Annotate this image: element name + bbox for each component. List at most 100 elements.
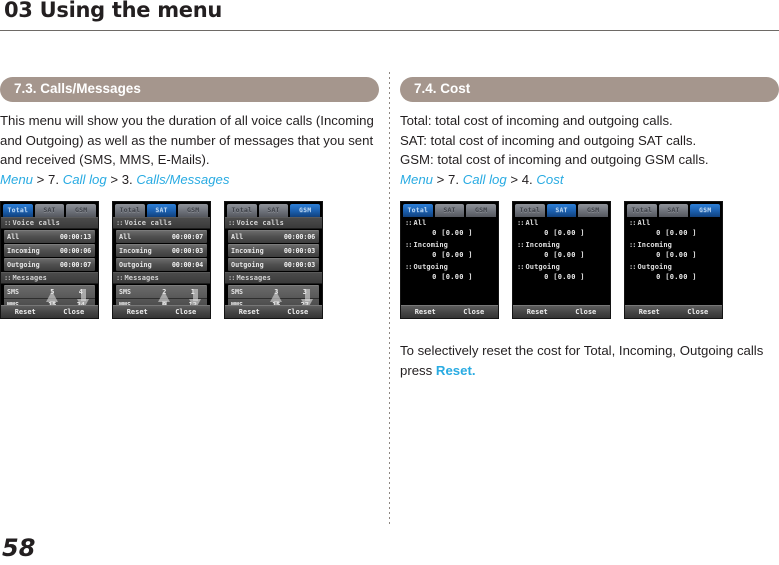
row-label: SMS [7, 288, 19, 296]
row-label: All [7, 233, 20, 241]
table-row: Outgoing 00:00:03 [228, 258, 319, 271]
voice-calls-table: All 00:00:06 Incoming 00:00:03 Outgoing 00:… [225, 229, 322, 271]
section-header-cost: 7.4. Cost [400, 77, 779, 102]
bullet-icon: :: [4, 274, 12, 282]
path-leaf[interactable]: Cost [536, 172, 563, 187]
tab-sat[interactable]: SAT [34, 204, 65, 217]
row-label: SMS [119, 288, 131, 296]
tab-bar: Total SAT GSM [513, 202, 610, 217]
calls-messages-screens: Total SAT GSM :: Voice calls All 00:00:13 … [0, 201, 379, 319]
cost-item-name: All [525, 219, 539, 227]
softkey-close[interactable]: Close [274, 306, 323, 318]
softkey-close[interactable]: Close [674, 306, 723, 318]
row-value: 00:00:07 [59, 261, 91, 269]
tab-total[interactable]: Total [3, 204, 33, 217]
path-menu[interactable]: Menu [400, 172, 433, 187]
softkey-reset[interactable]: Reset [513, 306, 562, 318]
voice-calls-heading: :: Voice calls [113, 217, 210, 229]
bullet-icon: :: [517, 219, 525, 227]
cost-list: :: All 0 [0.00 ] :: Incoming 0 [0.00 ] :: O… [401, 217, 498, 285]
voice-calls-heading-label: Voice calls [12, 219, 60, 227]
tab-gsm[interactable]: GSM [178, 204, 209, 217]
tab-sat[interactable]: SAT [434, 204, 465, 217]
bullet-icon: :: [116, 219, 124, 227]
cost-item-value: 0 [0.00 ] [544, 273, 585, 281]
right-column: 7.4. Cost Total: total cost of incoming … [400, 32, 779, 380]
bullet-icon: :: [228, 219, 236, 227]
tab-sat[interactable]: SAT [546, 204, 577, 217]
tab-total[interactable]: Total [115, 204, 145, 217]
softkey-close[interactable]: Close [50, 306, 99, 318]
phone-screenshot-total: Total SAT GSM :: Voice calls All 00:00:13 … [0, 201, 99, 319]
cost-item-label: :: Incoming [513, 241, 610, 249]
left-menu-path: Menu > 7. Call log > 3. Calls/Messages [0, 170, 379, 190]
softkey-bar: Reset Close [625, 305, 722, 318]
tab-gsm[interactable]: GSM [690, 204, 721, 217]
section-header-label: 7.3. Calls/Messages [14, 81, 141, 96]
table-row: All 00:00:13 [4, 230, 95, 243]
bullet-icon: :: [517, 241, 525, 249]
cost-item-value: 0 [0.00 ] [432, 273, 473, 281]
table-row: All 00:00:07 [116, 230, 207, 243]
row-value: 00:00:03 [171, 247, 203, 255]
messages-heading-label: Messages [236, 274, 271, 282]
tab-gsm[interactable]: GSM [578, 204, 609, 217]
section-header-calls-messages: 7.3. Calls/Messages [0, 77, 379, 102]
table-row: Incoming 00:00:03 [228, 244, 319, 257]
tab-total[interactable]: Total [403, 204, 433, 217]
received-arrow-icon-stem [81, 289, 86, 301]
softkey-close[interactable]: Close [562, 306, 611, 318]
softkey-bar: Reset Close [513, 305, 610, 318]
tab-total[interactable]: Total [627, 204, 657, 217]
softkey-close[interactable]: Close [450, 306, 499, 318]
tab-total[interactable]: Total [227, 204, 257, 217]
row-label: Outgoing [7, 261, 40, 269]
softkey-reset[interactable]: Reset [225, 306, 274, 318]
softkey-bar: Reset Close [225, 305, 322, 318]
cost-list: :: All 0 [0.00 ] :: Incoming 0 [0.00 ] :: O… [625, 217, 722, 285]
bullet-icon: :: [116, 274, 124, 282]
softkey-reset[interactable]: Reset [113, 306, 162, 318]
softkey-reset[interactable]: Reset [401, 306, 450, 318]
tab-bar: Total SAT GSM [225, 202, 322, 217]
tab-sat[interactable]: SAT [146, 204, 177, 217]
row-value: 00:00:03 [283, 247, 315, 255]
cost-item-label: :: Outgoing [513, 263, 610, 271]
path-call-log[interactable]: Call log [63, 172, 107, 187]
voice-calls-table: All 00:00:07 Incoming 00:00:03 Outgoing 00:… [113, 229, 210, 271]
path-menu[interactable]: Menu [0, 172, 33, 187]
tab-bar: Total SAT GSM [625, 202, 722, 217]
bullet-icon: :: [228, 274, 236, 282]
page-header: 03 Using the menu [0, 0, 779, 32]
cost-screens: Total SAT GSM :: All 0 [0.00 ] :: Incoming… [400, 201, 779, 319]
row-value: 00:00:07 [171, 233, 203, 241]
phone-screenshot-cost-total: Total SAT GSM :: All 0 [0.00 ] :: Incoming… [400, 201, 499, 319]
cost-item-value: 0 [0.00 ] [656, 273, 697, 281]
row-value: 00:00:06 [283, 233, 315, 241]
tab-total[interactable]: Total [515, 204, 545, 217]
cost-item-name: Incoming [525, 241, 560, 249]
cost-item-value: 0 [0.00 ] [544, 251, 585, 259]
path-sep: > 7. [33, 171, 63, 187]
path-call-log[interactable]: Call log [463, 172, 507, 187]
tab-gsm[interactable]: GSM [66, 204, 97, 217]
cost-item-label: :: Incoming [625, 241, 722, 249]
cost-item-name: Outgoing [525, 263, 560, 271]
tab-sat[interactable]: SAT [658, 204, 689, 217]
bullet-icon: :: [405, 219, 413, 227]
softkey-reset[interactable]: Reset [625, 306, 674, 318]
tab-gsm[interactable]: GSM [290, 204, 321, 217]
reset-link[interactable]: Reset. [436, 363, 476, 378]
cost-list: :: All 0 [0.00 ] :: Incoming 0 [0.00 ] :: O… [513, 217, 610, 285]
softkey-reset[interactable]: Reset [1, 306, 50, 318]
tab-gsm[interactable]: GSM [466, 204, 497, 217]
softkey-close[interactable]: Close [162, 306, 211, 318]
voice-calls-heading: :: Voice calls [1, 217, 98, 229]
left-body-copy: This menu will show you the duration of … [0, 111, 379, 170]
path-leaf[interactable]: Calls/Messages [136, 172, 229, 187]
path-sep: > 7. [433, 171, 463, 187]
phone-screenshot-sat: Total SAT GSM :: Voice calls All 00:00:07 … [112, 201, 211, 319]
phone-screenshot-cost-sat: Total SAT GSM :: All 0 [0.00 ] :: Incoming… [512, 201, 611, 319]
column-divider [389, 72, 390, 527]
tab-sat[interactable]: SAT [258, 204, 289, 217]
